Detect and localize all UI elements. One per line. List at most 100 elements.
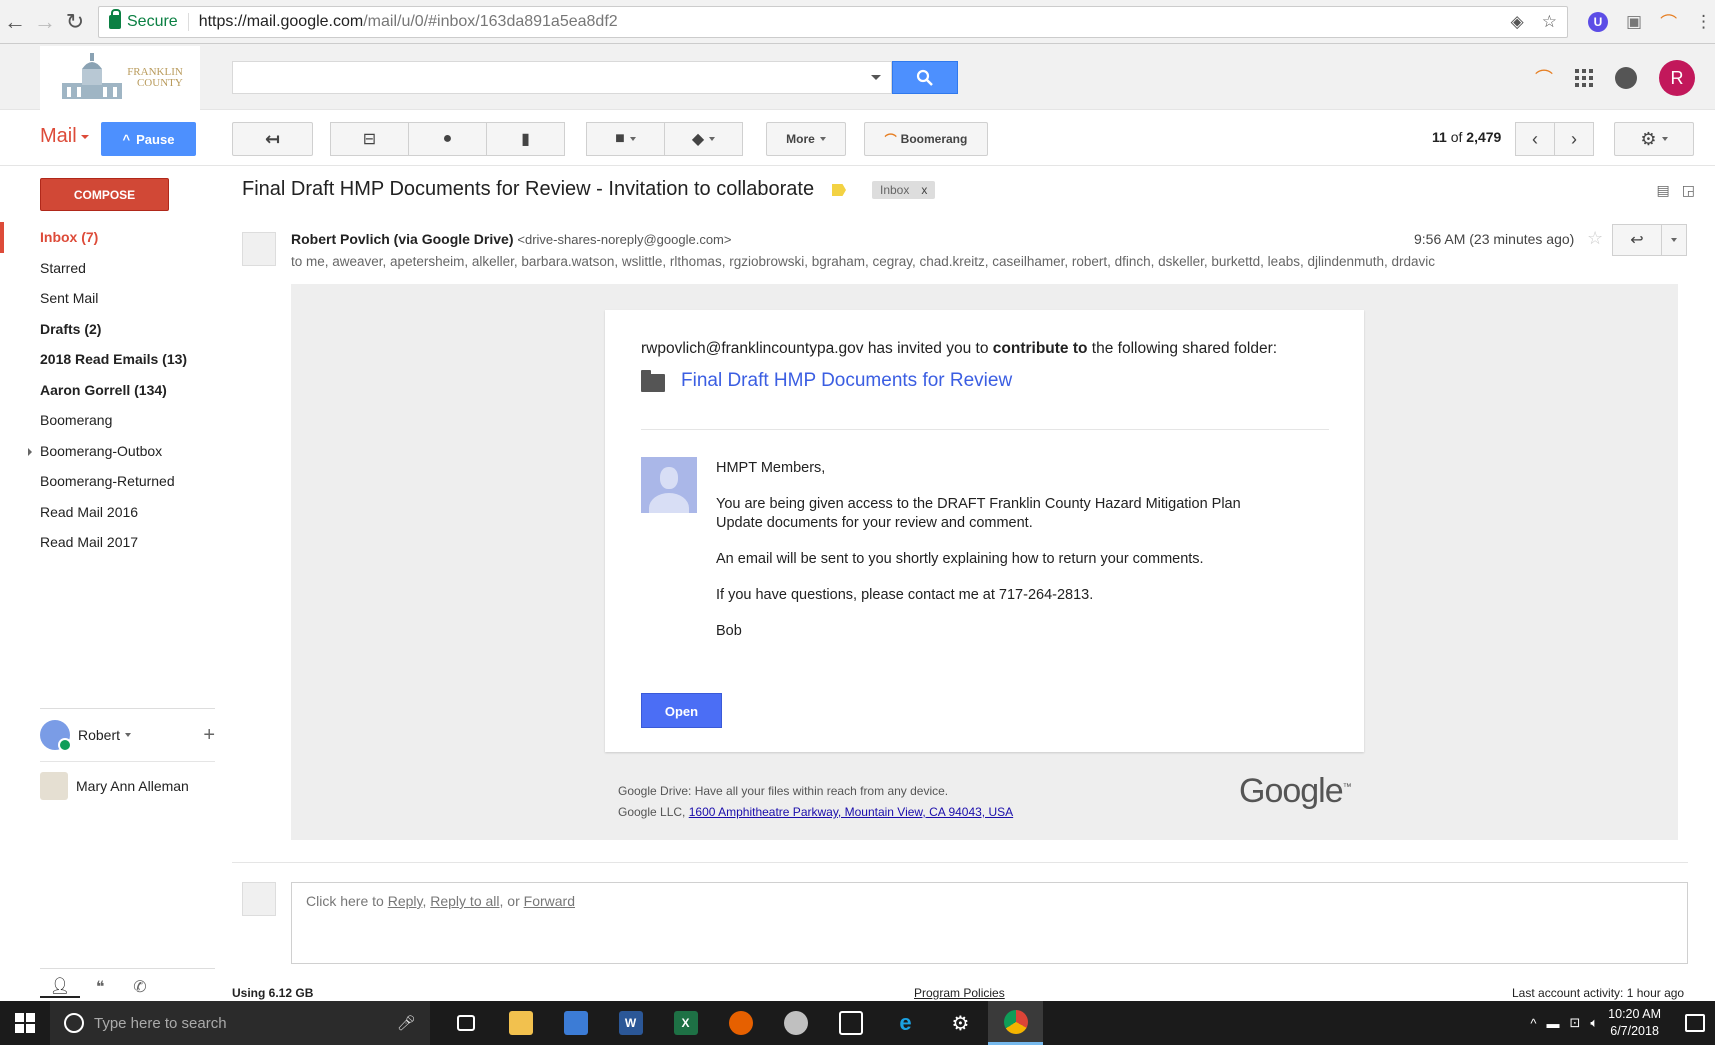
back-to-inbox-button[interactable]: ↤ — [232, 122, 313, 156]
menu-icon[interactable]: ⋮ — [1695, 12, 1712, 32]
search-button[interactable] — [892, 61, 958, 94]
labels-button[interactable]: ◆ — [664, 122, 743, 156]
lock-icon — [109, 8, 121, 29]
mail-switcher[interactable]: Mail — [40, 125, 89, 148]
remove-label-button[interactable]: x — [921, 183, 927, 197]
clock[interactable]: 10:20 AM 6/7/2018 — [1608, 1006, 1661, 1040]
sidebar-item-boomerang[interactable]: Boomerang — [0, 405, 225, 436]
calculator-app-button[interactable] — [548, 1001, 603, 1045]
apps-grid-icon[interactable] — [1575, 69, 1593, 87]
folder-name-link[interactable]: Final Draft HMP Documents for Review — [681, 370, 1012, 392]
forward-link[interactable]: Forward — [524, 893, 575, 909]
boomerang-icon[interactable]: ⌒ — [1535, 65, 1553, 91]
internet-explorer-button[interactable]: e — [878, 1001, 933, 1045]
star-icon[interactable]: ☆ — [1587, 228, 1603, 249]
hangouts-user[interactable]: Robert + — [40, 720, 215, 752]
address-bar[interactable]: Secure https://mail.google.com/mail/u/0/… — [98, 5, 1568, 38]
reply-avatar — [242, 882, 276, 916]
action-center-icon[interactable] — [1685, 1014, 1705, 1032]
reply-all-link[interactable]: Reply to all — [430, 893, 499, 909]
account-avatar[interactable]: R — [1659, 60, 1695, 96]
notifications-icon[interactable] — [1615, 67, 1637, 89]
add-chat-icon[interactable]: + — [203, 724, 215, 747]
label-list: Inbox (7) Starred Sent Mail Drafts (2) 2… — [0, 222, 225, 549]
quick-reply-box[interactable]: Click here to Reply, Reply to all, or Fo… — [291, 882, 1688, 964]
message-signoff: Bob — [716, 623, 742, 639]
program-policies-link[interactable]: Program Policies — [914, 986, 1005, 1000]
phone-icon[interactable]: ✆ — [120, 977, 160, 997]
remote-desktop-button[interactable] — [823, 1001, 878, 1045]
chat-contact[interactable]: Mary Ann Alleman — [40, 772, 189, 800]
person-icon[interactable]: 👤︎ — [40, 976, 80, 998]
app-button[interactable] — [768, 1001, 823, 1045]
boomerang-button[interactable]: ⌒ Boomerang — [864, 122, 988, 156]
importance-marker-icon[interactable] — [832, 184, 846, 196]
franklin-county-logo[interactable]: FRANKLIN COUNTY — [40, 46, 200, 110]
move-to-button[interactable]: ■ — [586, 122, 665, 156]
new-window-icon[interactable]: ◲ — [1682, 182, 1695, 199]
archive-button[interactable]: ⊟ — [330, 122, 409, 156]
volume-icon[interactable]: 🔈︎ — [1590, 1015, 1598, 1031]
secure-indicator[interactable]: Secure — [109, 8, 189, 31]
sidebar-item-read-mail-2016[interactable]: Read Mail 2016 — [0, 497, 225, 528]
sidebar-item-boomerang-outbox[interactable]: Boomerang-Outbox — [0, 436, 225, 467]
open-button[interactable]: Open — [641, 693, 722, 728]
newer-button[interactable]: ‹ — [1515, 122, 1555, 156]
forward-icon[interactable]: → — [30, 9, 60, 35]
network-icon[interactable]: ⊡ — [1569, 1015, 1580, 1031]
sidebar-item-drafts[interactable]: Drafts (2) — [0, 314, 225, 345]
hangouts-icon[interactable]: ❝ — [80, 977, 120, 997]
back-icon[interactable]: ← — [0, 9, 30, 35]
sidebar-item-boomerang-returned[interactable]: Boomerang-Returned — [0, 466, 225, 497]
eye-icon[interactable]: ◈ — [1511, 12, 1524, 32]
extension-square-icon[interactable]: ▣ — [1626, 12, 1642, 32]
settings-button[interactable]: ⚙ — [933, 1001, 988, 1045]
reply-link[interactable]: Reply — [388, 893, 423, 909]
more-button[interactable]: More — [766, 122, 846, 156]
sidebar-item-2018-read-emails[interactable]: 2018 Read Emails (13) — [0, 344, 225, 375]
chrome-button[interactable] — [988, 1001, 1043, 1045]
file-explorer-button[interactable] — [493, 1001, 548, 1045]
search-options-chevron-icon[interactable] — [871, 75, 881, 80]
search-input[interactable] — [232, 61, 892, 94]
sidebar-item-read-mail-2017[interactable]: Read Mail 2017 — [0, 527, 225, 549]
microphone-icon[interactable]: 🎤︎ — [397, 1014, 416, 1032]
excel-button[interactable]: X — [658, 1001, 713, 1045]
google-address-link[interactable]: 1600 Amphitheatre Parkway, Mountain View… — [689, 805, 1013, 819]
start-button[interactable] — [0, 1001, 50, 1045]
sidebar-item-aaron-gorrell[interactable]: Aaron Gorrell (134) — [0, 375, 225, 406]
delete-button[interactable]: ▮ — [486, 122, 565, 156]
sender-avatar — [242, 232, 276, 266]
reload-icon[interactable]: ↻ — [60, 9, 90, 35]
sender-email: <drive-shares-noreply@google.com> — [517, 232, 732, 247]
expand-arrow-icon[interactable] — [28, 447, 32, 456]
logo-text-county: COUNTY — [136, 77, 183, 89]
sidebar-item-sent-mail[interactable]: Sent Mail — [0, 283, 225, 314]
chevron-down-icon — [819, 137, 826, 141]
clock-time: 10:20 AM — [1608, 1007, 1661, 1021]
task-view-button[interactable] — [438, 1001, 493, 1045]
chat-tabs: 👤︎ ❝ ✆ — [40, 968, 215, 1004]
pinned-apps: W X e ⚙ — [438, 1001, 1043, 1045]
sender-name[interactable]: Robert Povlich (via Google Drive) — [291, 231, 514, 247]
sidebar-item-starred[interactable]: Starred — [0, 253, 225, 284]
older-button[interactable]: › — [1554, 122, 1594, 156]
firefox-button[interactable] — [713, 1001, 768, 1045]
more-actions-button[interactable] — [1661, 224, 1687, 256]
print-icon[interactable]: ▤ — [1657, 182, 1670, 199]
battery-icon[interactable]: ▬ — [1546, 1016, 1559, 1031]
chevron-up-icon[interactable]: ^ — [1530, 1016, 1536, 1031]
taskbar-search[interactable]: Type here to search 🎤︎ — [50, 1001, 430, 1045]
reply-button[interactable]: ↩ — [1612, 224, 1662, 256]
word-button[interactable]: W — [603, 1001, 658, 1045]
report-spam-button[interactable]: ● — [408, 122, 487, 156]
pause-inbox-button[interactable]: ^ Pause — [101, 122, 196, 156]
sidebar-item-inbox[interactable]: Inbox (7) — [0, 222, 225, 253]
extension-u-icon[interactable]: U — [1588, 11, 1608, 32]
settings-button[interactable]: ⚙ — [1614, 122, 1694, 156]
shared-folder-link[interactable]: Final Draft HMP Documents for Review — [641, 370, 1012, 392]
star-icon[interactable]: ☆ — [1542, 12, 1557, 32]
google-logo: Google™ — [1239, 772, 1352, 810]
boomerang-extension-icon[interactable]: ⌒ — [1660, 9, 1677, 34]
compose-button[interactable]: COMPOSE — [40, 178, 169, 211]
